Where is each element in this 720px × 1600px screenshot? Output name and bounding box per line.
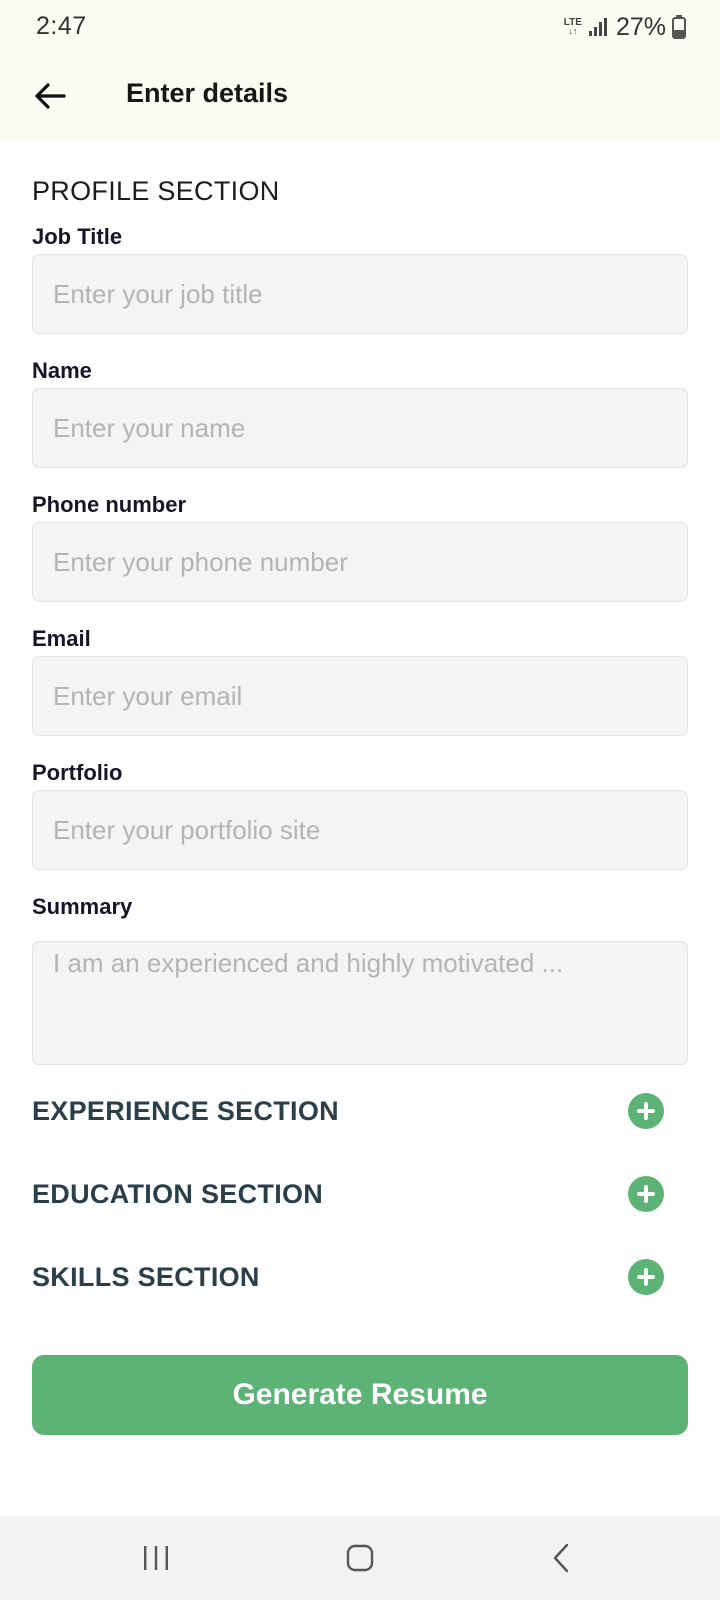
summary-label: Summary [32, 894, 133, 919]
portfolio-label: Portfolio [32, 760, 123, 785]
arrow-left-icon [35, 83, 66, 109]
education-section-label: EDUCATION SECTION [32, 1178, 324, 1209]
system-back-button[interactable] [532, 1534, 592, 1582]
portfolio-input[interactable] [32, 790, 688, 870]
battery-percent: 27% [615, 12, 666, 41]
home-icon [346, 1544, 374, 1572]
profile-section-title: PROFILE SECTION [32, 176, 280, 206]
back-button[interactable] [30, 76, 70, 116]
phone-input[interactable] [32, 522, 688, 602]
plus-circle-icon[interactable] [628, 1176, 664, 1212]
top-header: 2:47 LTE ↓↑ 27% Enter details [0, 0, 720, 140]
back-chevron-icon [553, 1543, 569, 1573]
experience-section-label: EXPERIENCE SECTION [32, 1095, 339, 1126]
name-input[interactable] [32, 388, 688, 468]
name-label: Name [32, 358, 92, 383]
phone-label: Phone number [32, 492, 187, 517]
status-indicators: LTE ↓↑ 27% [564, 12, 686, 42]
email-label: Email [32, 626, 91, 651]
home-button[interactable] [330, 1534, 390, 1582]
plus-circle-icon[interactable] [628, 1259, 664, 1295]
status-time: 2:47 [36, 12, 87, 40]
plus-circle-icon[interactable] [628, 1093, 664, 1129]
page-title: Enter details [126, 78, 289, 108]
lte-icon: LTE ↓↑ [563, 17, 582, 36]
email-input[interactable] [32, 656, 688, 736]
recent-apps-button[interactable] [126, 1534, 186, 1582]
skills-section-toggle[interactable]: SKILLS SECTION [32, 1252, 688, 1302]
job-title-input[interactable] [32, 254, 688, 334]
recent-apps-icon [144, 1546, 168, 1570]
signal-icon [588, 18, 607, 36]
system-nav-bar [0, 1516, 720, 1600]
battery-icon [672, 15, 686, 39]
generate-resume-button[interactable]: Generate Resume [32, 1355, 688, 1435]
summary-textarea[interactable] [32, 941, 688, 1065]
education-section-toggle[interactable]: EDUCATION SECTION [32, 1169, 688, 1219]
experience-section-toggle[interactable]: EXPERIENCE SECTION [32, 1086, 688, 1136]
skills-section-label: SKILLS SECTION [32, 1261, 260, 1292]
job-title-label: Job Title [32, 224, 123, 249]
